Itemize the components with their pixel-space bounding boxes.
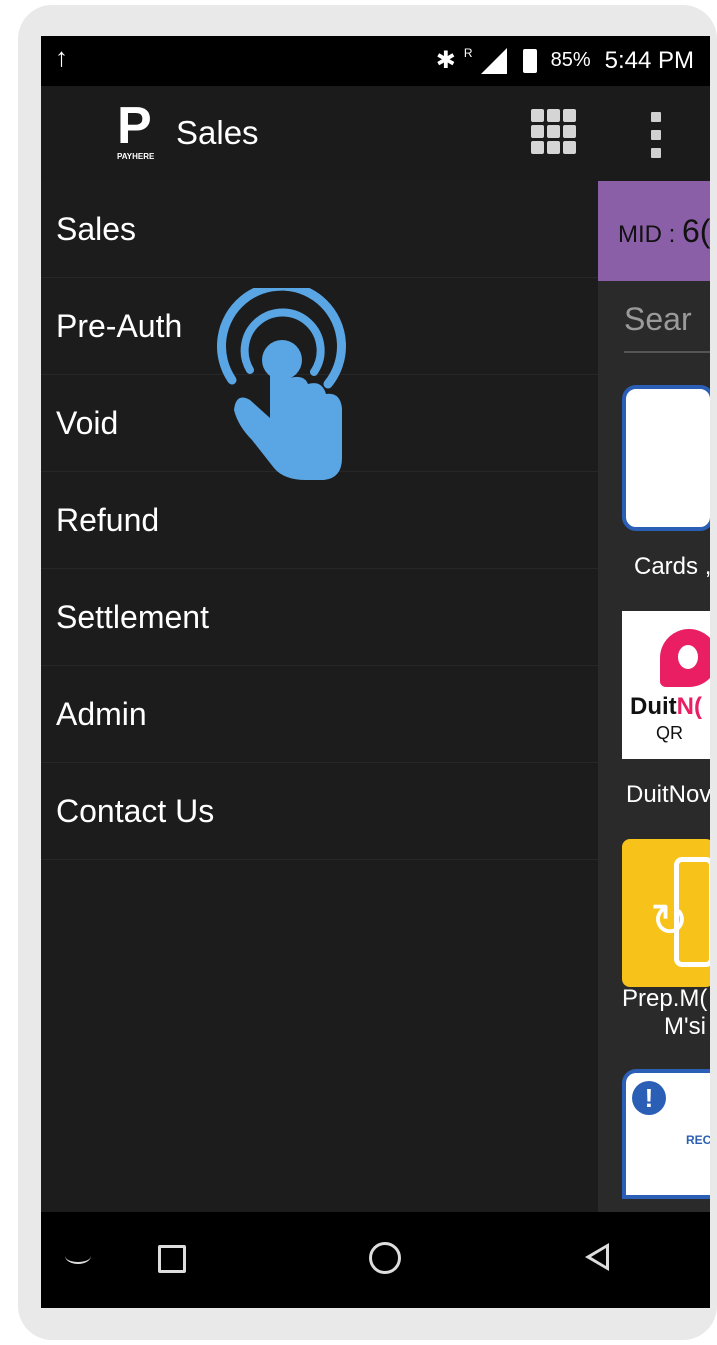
roaming-indicator: R [463, 45, 473, 60]
battery-icon [522, 48, 537, 73]
battery-percent: 85% [550, 49, 591, 71]
apps-grid-icon[interactable] [531, 109, 576, 158]
toolbar-title: Sales [176, 114, 259, 151]
recents-button[interactable] [158, 1245, 186, 1273]
prepaid-mobile-label: Prep.M( M'si [622, 985, 708, 1040]
bluetooth-icon: ✱ [435, 47, 456, 74]
app-toolbar: P PAYHERE Sales [41, 86, 710, 181]
drawer-item-contact-us[interactable]: Contact Us [41, 763, 598, 860]
upload-arrow-icon: ↑ [55, 42, 68, 72]
search-input[interactable]: Sear [624, 301, 710, 353]
cards-tile-label: Cards , [634, 553, 710, 580]
sync-icon: ↻ [650, 894, 689, 946]
back-button[interactable] [585, 1243, 609, 1271]
alert-icon: ! [632, 1081, 666, 1115]
more-vert-icon[interactable] [651, 112, 663, 158]
drawer-item-admin[interactable]: Admin [41, 666, 598, 763]
receipt-badge: REC [686, 1133, 710, 1147]
cards-tile[interactable] [622, 385, 710, 531]
system-nav-bar [41, 1212, 710, 1308]
clock: 5:44 PM [604, 46, 694, 74]
status-bar: ↑ ✱ R 85% 5:44 PM [41, 36, 710, 86]
duitnow-logo-icon [660, 629, 710, 687]
phone-screen: ↑ ✱ R 85% 5:44 PM P PAYHERE Sales MID : … [41, 36, 710, 1308]
drawer-item-sales[interactable]: Sales [41, 181, 598, 278]
duitnow-logo-text: DuitN( [630, 693, 702, 720]
payhere-logo: P PAYHERE [117, 97, 155, 161]
drawer-item-settlement[interactable]: Settlement [41, 569, 598, 666]
duitnow-tile[interactable]: DuitN( QR [622, 611, 710, 759]
home-button[interactable] [369, 1242, 401, 1274]
signal-icon [480, 47, 507, 74]
mid-banner: MID : 6( [598, 181, 710, 281]
receipt-tile[interactable]: ! REC [622, 1069, 710, 1199]
duitnow-tile-label: DuitNov [626, 781, 710, 808]
prepaid-mobile-tile[interactable]: ↻ [622, 839, 710, 987]
hide-keyboard-icon[interactable] [65, 1248, 91, 1264]
tap-gesture-icon [210, 281, 355, 488]
duitnow-qr-text: QR [656, 723, 683, 743]
main-content-behind-drawer: MID : 6( Sear Cards , DuitN( QR DuitNov … [598, 181, 710, 1212]
